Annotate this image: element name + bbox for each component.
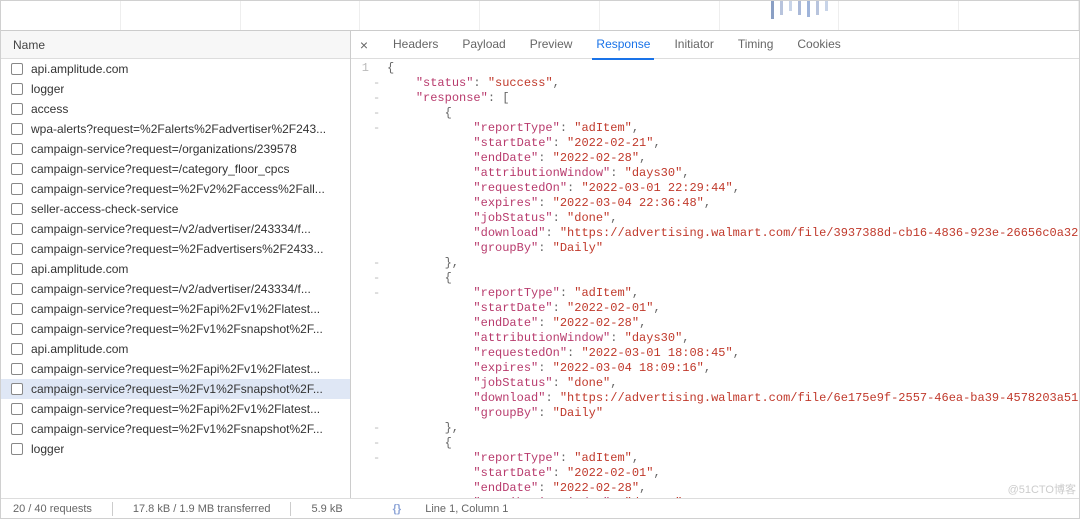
status-cursor: Line 1, Column 1 (425, 503, 508, 515)
row-checkbox[interactable] (11, 423, 23, 435)
request-row[interactable]: campaign-service?request=%2Fapi%2Fv1%2Fl… (1, 299, 350, 319)
row-checkbox[interactable] (11, 123, 23, 135)
tab-timing[interactable]: Timing (726, 31, 786, 59)
request-row[interactable]: logger (1, 79, 350, 99)
row-checkbox[interactable] (11, 403, 23, 415)
request-row[interactable]: campaign-service?request=%2Fv2%2Faccess%… (1, 179, 350, 199)
request-row[interactable]: campaign-service?request=%2Fv1%2Fsnapsho… (1, 319, 350, 339)
row-checkbox[interactable] (11, 243, 23, 255)
row-checkbox[interactable] (11, 283, 23, 295)
request-label: campaign-service?request=%2Fadvertisers%… (31, 242, 323, 256)
tab-initiator[interactable]: Initiator (662, 31, 725, 59)
row-checkbox[interactable] (11, 363, 23, 375)
close-icon[interactable]: × (355, 36, 373, 54)
row-checkbox[interactable] (11, 83, 23, 95)
name-column-header[interactable]: Name (1, 31, 350, 59)
request-label: wpa-alerts?request=%2Falerts%2Fadvertise… (31, 122, 326, 136)
row-checkbox[interactable] (11, 103, 23, 115)
request-row[interactable]: api.amplitude.com (1, 59, 350, 79)
row-checkbox[interactable] (11, 383, 23, 395)
request-label: api.amplitude.com (31, 342, 128, 356)
tab-payload[interactable]: Payload (450, 31, 517, 59)
request-label: campaign-service?request=%2Fapi%2Fv1%2Fl… (31, 402, 320, 416)
row-checkbox[interactable] (11, 343, 23, 355)
request-row[interactable]: logger (1, 439, 350, 459)
request-label: campaign-service?request=/v2/advertiser/… (31, 282, 311, 296)
request-row[interactable]: campaign-service?request=%2Fadvertisers%… (1, 239, 350, 259)
status-resources: 5.9 kB (311, 503, 342, 515)
row-checkbox[interactable] (11, 63, 23, 75)
request-list: api.amplitude.com logger access wpa-alerts?… (1, 59, 350, 498)
row-checkbox[interactable] (11, 443, 23, 455)
request-label: logger (31, 442, 64, 456)
tab-cookies[interactable]: Cookies (785, 31, 852, 59)
request-label: campaign-service?request=%2Fapi%2Fv1%2Fl… (31, 362, 320, 376)
request-row[interactable]: api.amplitude.com (1, 339, 350, 359)
row-checkbox[interactable] (11, 163, 23, 175)
status-requests: 20 / 40 requests (13, 503, 92, 515)
tab-headers[interactable]: Headers (381, 31, 450, 59)
request-label: campaign-service?request=%2Fapi%2Fv1%2Fl… (31, 302, 320, 316)
row-checkbox[interactable] (11, 143, 23, 155)
tab-preview[interactable]: Preview (518, 31, 585, 59)
request-row[interactable]: wpa-alerts?request=%2Falerts%2Fadvertise… (1, 119, 350, 139)
response-body[interactable]: 1 ---------- { "status": "success", "res… (351, 59, 1079, 498)
request-label: campaign-service?request=%2Fv1%2Fsnapsho… (31, 322, 323, 336)
timeline-marks (771, 1, 828, 31)
request-label: campaign-service?request=%2Fv2%2Faccess%… (31, 182, 325, 196)
request-row[interactable]: campaign-service?request=%2Fapi%2Fv1%2Fl… (1, 399, 350, 419)
format-icon[interactable]: {} (393, 503, 402, 515)
request-row[interactable]: campaign-service?request=%2Fv1%2Fsnapsho… (1, 379, 350, 399)
request-row[interactable]: access (1, 99, 350, 119)
request-label: campaign-service?request=%2Fv1%2Fsnapsho… (31, 422, 323, 436)
request-row[interactable]: campaign-service?request=/category_floor… (1, 159, 350, 179)
row-checkbox[interactable] (11, 203, 23, 215)
request-row[interactable]: campaign-service?request=%2Fv1%2Fsnapsho… (1, 419, 350, 439)
request-row[interactable]: campaign-service?request=/v2/advertiser/… (1, 279, 350, 299)
request-label: access (31, 102, 68, 116)
request-label: campaign-service?request=/organizations/… (31, 142, 297, 156)
tab-response[interactable]: Response (584, 31, 662, 59)
row-checkbox[interactable] (11, 263, 23, 275)
request-row[interactable]: api.amplitude.com (1, 259, 350, 279)
request-label: campaign-service?request=/v2/advertiser/… (31, 222, 311, 236)
request-label: api.amplitude.com (31, 62, 128, 76)
status-transferred: 17.8 kB / 1.9 MB transferred (133, 503, 271, 515)
request-row[interactable]: campaign-service?request=%2Fapi%2Fv1%2Fl… (1, 359, 350, 379)
detail-tabs: × HeadersPayloadPreviewResponseInitiator… (351, 31, 1079, 59)
row-checkbox[interactable] (11, 303, 23, 315)
request-row[interactable]: seller-access-check-service (1, 199, 350, 219)
row-checkbox[interactable] (11, 183, 23, 195)
request-label: api.amplitude.com (31, 262, 128, 276)
request-row[interactable]: campaign-service?request=/v2/advertiser/… (1, 219, 350, 239)
request-row[interactable]: campaign-service?request=/organizations/… (1, 139, 350, 159)
row-checkbox[interactable] (11, 223, 23, 235)
request-label: logger (31, 82, 64, 96)
request-label: campaign-service?request=/category_floor… (31, 162, 289, 176)
request-label: seller-access-check-service (31, 202, 178, 216)
status-bar: 20 / 40 requests 17.8 kB / 1.9 MB transf… (1, 498, 1079, 518)
timeline-ruler (1, 1, 1079, 31)
request-label: campaign-service?request=%2Fv1%2Fsnapsho… (31, 382, 323, 396)
row-checkbox[interactable] (11, 323, 23, 335)
